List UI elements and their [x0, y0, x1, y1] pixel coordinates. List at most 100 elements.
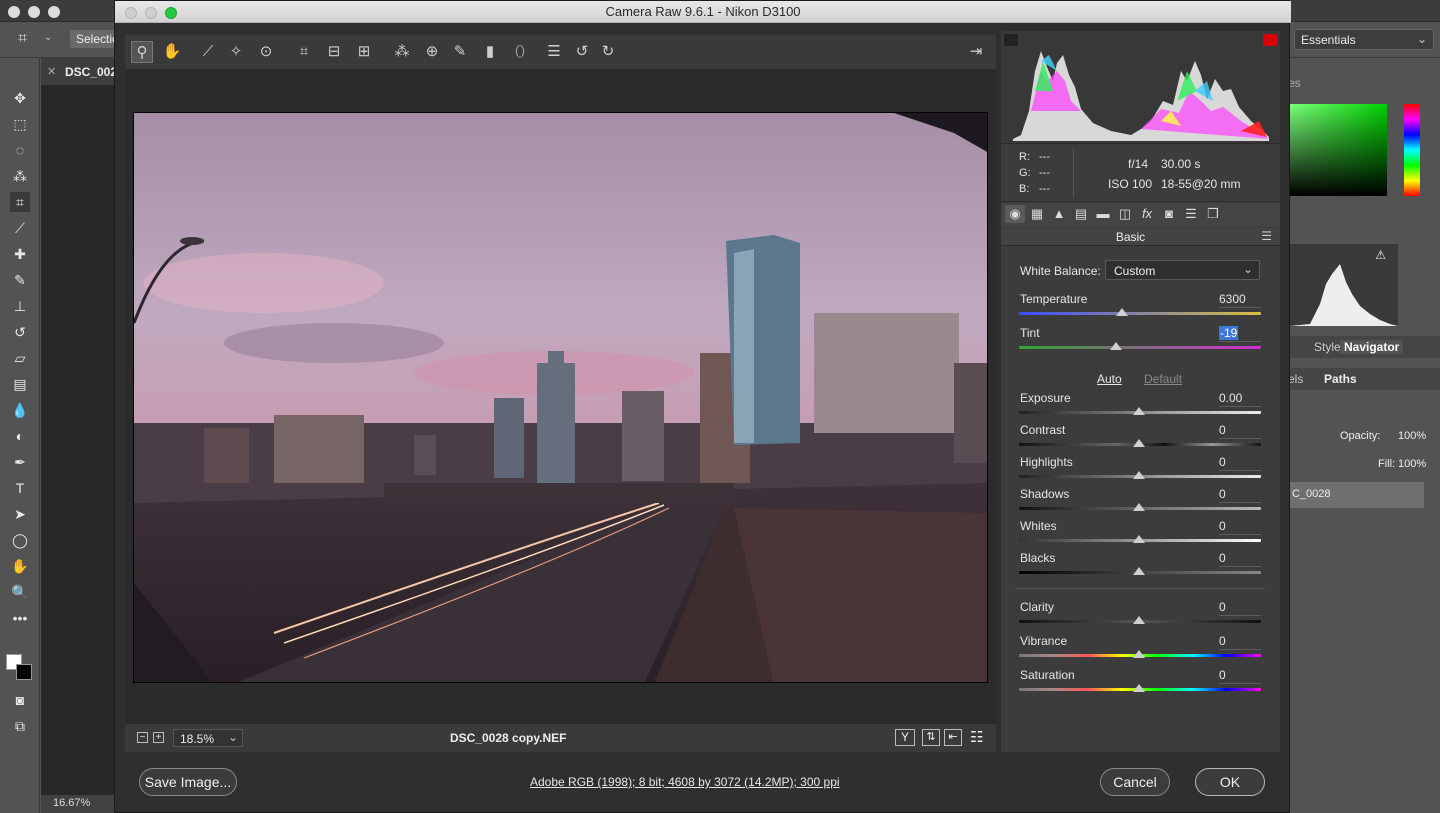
workspace-select[interactable]: Essentials ⌄ [1294, 29, 1434, 50]
exposure-value[interactable]: 0.00 [1219, 391, 1261, 407]
tint-slider-thumb[interactable] [1110, 342, 1122, 350]
tab-tone-curve-icon[interactable]: ▦ [1027, 205, 1047, 223]
shadows-value[interactable]: 0 [1219, 487, 1261, 503]
blacks-value[interactable]: 0 [1219, 551, 1261, 567]
preferences-icon[interactable]: ☰ [543, 41, 565, 63]
crop-tool-icon[interactable]: ⌗ [293, 41, 315, 63]
targeted-adjustment-icon[interactable]: ⊙ [255, 41, 277, 63]
type-tool-icon[interactable]: T [10, 478, 30, 498]
hand-tool-icon[interactable]: ✋ [161, 41, 183, 63]
adjustment-brush-icon[interactable]: ✎ [449, 41, 471, 63]
ps-close-button[interactable] [8, 6, 20, 18]
ps-minimize-button[interactable] [28, 6, 40, 18]
red-eye-icon[interactable]: ⊕ [421, 41, 443, 63]
lasso-tool-icon[interactable]: ◌ [10, 140, 30, 160]
auto-link[interactable]: Auto [1097, 372, 1122, 386]
tab-split-toning-icon[interactable]: ▬ [1093, 205, 1113, 223]
rotate-ccw-icon[interactable]: ↺ [571, 41, 593, 63]
whites-slider-thumb[interactable] [1133, 535, 1145, 543]
clarity-slider-thumb[interactable] [1133, 616, 1145, 624]
panel-menu-icon[interactable]: ☰ [1261, 229, 1272, 243]
whites-value[interactable]: 0 [1219, 519, 1261, 535]
tab-detail-icon[interactable]: ▲ [1049, 205, 1069, 223]
eyedropper-tool-icon[interactable]: ⟋ [10, 218, 30, 238]
marquee-tool-icon[interactable]: ⬚ [10, 114, 30, 134]
dialog-close-button[interactable] [125, 7, 137, 19]
chevron-down-icon[interactable]: ⌄ [44, 32, 52, 43]
temperature-value[interactable]: 6300 [1219, 292, 1261, 308]
spot-removal-icon[interactable]: ⁂ [391, 41, 413, 63]
stamp-tool-icon[interactable]: ⊥ [10, 296, 30, 316]
blacks-slider-thumb[interactable] [1133, 567, 1145, 575]
hand-tool-icon[interactable]: ✋ [10, 556, 30, 576]
zoom-out-icon[interactable]: − [137, 732, 148, 743]
crop-tool-icon[interactable]: ⌗ [18, 30, 27, 48]
before-after-view-button[interactable]: Y [895, 729, 915, 746]
ps-zoom-button[interactable] [48, 6, 60, 18]
gradient-tool-icon[interactable]: ▤ [10, 374, 30, 394]
contrast-value[interactable]: 0 [1219, 423, 1261, 439]
tab-snapshots-icon[interactable]: ❐ [1203, 205, 1223, 223]
saturation-value[interactable]: 0 [1219, 668, 1261, 684]
rotate-cw-icon[interactable]: ↻ [597, 41, 619, 63]
workflow-options-link[interactable]: Adobe RGB (1998); 8 bit; 4608 by 3072 (1… [530, 775, 840, 789]
fill-value[interactable]: 100% [1398, 458, 1426, 470]
ellipse-tool-icon[interactable]: ◯ [10, 530, 30, 550]
warning-icon[interactable]: ⚠ [1375, 248, 1386, 262]
pen-tool-icon[interactable]: ✒ [10, 452, 30, 472]
layer-row[interactable]: C_0028 [1288, 482, 1424, 508]
more-tools-icon[interactable]: ••• [10, 608, 30, 628]
color-picker-field[interactable] [1290, 104, 1387, 196]
opacity-value[interactable]: 100% [1398, 430, 1426, 442]
tab-presets-icon[interactable]: ☰ [1181, 205, 1201, 223]
dodge-tool-icon[interactable]: ◐ [10, 426, 30, 446]
tab-basic-icon[interactable]: ◉ [1005, 205, 1025, 223]
blur-tool-icon[interactable]: 💧 [10, 400, 30, 420]
hue-slider[interactable] [1404, 104, 1420, 196]
tab-hsl-icon[interactable]: ▤ [1071, 205, 1091, 223]
highlights-value[interactable]: 0 [1219, 455, 1261, 471]
tab-navigator[interactable]: Navigator [1340, 340, 1404, 354]
tint-slider[interactable] [1019, 346, 1261, 349]
brush-tool-icon[interactable]: ✎ [10, 270, 30, 290]
preview-preferences-icon[interactable]: ☷ [970, 728, 983, 746]
tab-paths[interactable]: Paths [1324, 372, 1357, 386]
tab-lens-icon[interactable]: ◫ [1115, 205, 1135, 223]
dialog-minimize-button[interactable] [145, 7, 157, 19]
photo-preview[interactable] [133, 112, 988, 683]
move-tool-icon[interactable]: ✥ [10, 88, 30, 108]
vibrance-value[interactable]: 0 [1219, 634, 1261, 650]
temperature-slider[interactable] [1019, 312, 1261, 315]
quick-mask-icon[interactable]: ◙ [10, 690, 30, 710]
vibrance-slider-thumb[interactable] [1133, 650, 1145, 658]
temperature-slider-thumb[interactable] [1116, 308, 1128, 316]
close-tab-icon[interactable]: ✕ [47, 65, 56, 78]
tab-fx-icon[interactable]: fx [1137, 205, 1157, 223]
save-image-button[interactable]: Save Image... [139, 768, 237, 796]
zoom-tool-icon[interactable]: ⚲ [131, 41, 153, 63]
crop-tool-icon[interactable]: ⌗ [10, 192, 30, 212]
clarity-value[interactable]: 0 [1219, 600, 1261, 616]
cancel-button[interactable]: Cancel [1100, 768, 1170, 796]
white-balance-tool-icon[interactable]: ⟋ [197, 41, 219, 63]
transform-tool-icon[interactable]: ⊞ [353, 41, 375, 63]
zoom-select[interactable]: 18.5% ⌄ [173, 729, 243, 747]
screen-mode-icon[interactable]: ⧉ [10, 716, 30, 736]
radial-filter-icon[interactable]: ⬯ [509, 41, 531, 63]
path-select-icon[interactable]: ➤ [10, 504, 30, 524]
tab-channels[interactable]: els [1288, 372, 1303, 386]
ok-button[interactable]: OK [1195, 768, 1265, 796]
zoom-in-icon[interactable]: + [153, 732, 164, 743]
swap-icon[interactable]: ⇅ [922, 729, 940, 746]
graduated-filter-icon[interactable]: ▮ [479, 41, 501, 63]
copy-settings-icon[interactable]: ⇤ [944, 729, 962, 746]
history-brush-icon[interactable]: ↺ [10, 322, 30, 342]
default-link[interactable]: Default [1144, 372, 1182, 386]
healing-brush-icon[interactable]: ✚ [10, 244, 30, 264]
saturation-slider-thumb[interactable] [1133, 684, 1145, 692]
zoom-tool-icon[interactable]: 🔍 [10, 582, 30, 602]
eraser-tool-icon[interactable]: ▱ [10, 348, 30, 368]
background-color-swatch[interactable] [16, 664, 32, 680]
dialog-zoom-button[interactable] [165, 7, 177, 19]
white-balance-select[interactable]: Custom ⌄ [1105, 260, 1260, 280]
